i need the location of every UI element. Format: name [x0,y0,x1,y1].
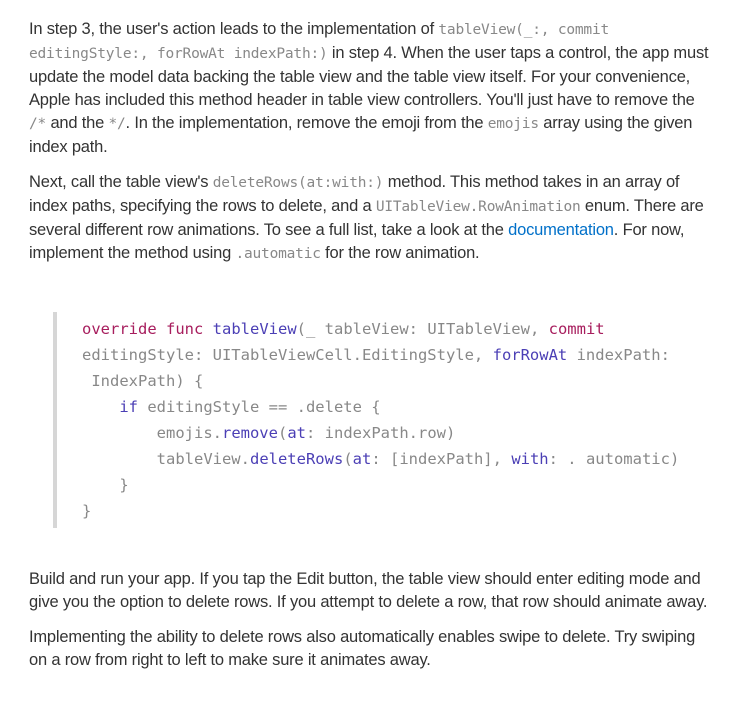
code-keyword: at [287,424,306,442]
text-span: and the [46,114,109,132]
code-function: deleteRows [249,450,344,468]
code-keyword: override [82,320,157,338]
inline-code-comment-close: */ [108,116,126,132]
code-keyword: at [352,450,372,468]
paragraph-swipe-to-delete: Implementing the ability to delete rows … [29,628,696,669]
code-text: indexPath: [567,346,670,364]
code-line-5: emojis.remove(at: indexPath.row) [82,420,709,446]
text-span: Next, call the table view's [29,173,213,191]
inline-code-row-animation: UITableView.RowAnimation [375,199,581,215]
code-line-4: if editingStyle == .delete { [82,394,709,420]
code-keyword: forRowAt [492,346,568,364]
code-text: (_ tableView: UITableView, [296,320,549,338]
text-span: for the row animation. [320,244,480,262]
inline-code-delete-rows: deleteRows(at:with:) [212,175,384,191]
code-block: override func tableView(_ tableView: UIT… [53,312,709,528]
code-line-8: } [82,502,92,520]
code-line-3: IndexPath) { [82,372,204,390]
inline-code-automatic: .automatic [235,246,321,262]
text-span: . In the implementation, remove the emoj… [125,114,488,132]
article-body: In step 3, the user's action leads to th… [0,0,709,672]
code-keyword: if [119,398,138,416]
code-keyword: commit [548,320,605,338]
documentation-link[interactable]: documentation [508,221,614,239]
code-text: emojis. [156,424,222,442]
inline-code-comment-open: /* [29,116,47,132]
inline-code-emojis: emojis [487,116,539,132]
code-text: ( [343,450,353,468]
code-text: : indexPath.row) [306,424,456,442]
code-function: remove [221,424,278,442]
code-keyword: with [511,450,549,468]
code-text: tableView. [156,450,250,468]
text-span: In step 3, the user's action leads to th… [29,20,439,38]
code-text: : . automatic) [548,450,680,468]
code-text: editingStyle: UITableViewCell.EditingSty… [82,346,493,364]
code-text: : [indexPath], [371,450,512,468]
code-line-7: } [82,476,129,494]
code-line-6: tableView.deleteRows(at: [indexPath], wi… [82,446,709,472]
paragraph-delete-rows: Next, call the table view's deleteRows(a… [29,171,709,266]
paragraph-step-4-intro: In step 3, the user's action leads to th… [29,18,709,159]
code-line-2: editingStyle: UITableViewCell.EditingSty… [82,342,709,368]
code-text: editingStyle == .delete { [138,398,381,416]
paragraph-build-and-run: Build and run your app. If you tap the E… [29,570,708,611]
code-line-1: override func tableView(_ tableView: UIT… [82,316,709,342]
after-code-section: Build and run your app. If you tap the E… [29,568,709,672]
code-text: ( [277,424,288,442]
code-keyword: func [166,320,204,338]
code-function: tableView [212,320,297,338]
